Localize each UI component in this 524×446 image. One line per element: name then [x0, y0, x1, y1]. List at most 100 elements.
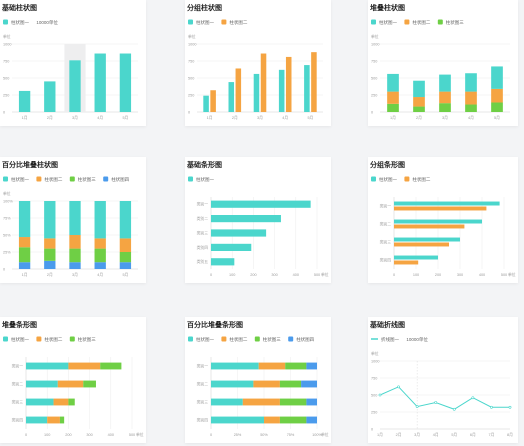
y-tick-label: 类别三	[197, 230, 209, 235]
bar-segment	[306, 362, 317, 370]
bar-segment	[306, 416, 317, 424]
bar	[394, 201, 500, 206]
x-tick-label: 200	[435, 273, 441, 277]
bar-segment	[94, 248, 106, 263]
bar-segment	[211, 398, 243, 406]
y-tick-label: 类别二	[380, 221, 392, 226]
bar-segment	[119, 252, 132, 263]
bar	[260, 53, 267, 112]
legend-label: 柱状图一	[379, 19, 397, 26]
y-tick-label: 类别四	[197, 245, 209, 250]
bar	[311, 52, 317, 112]
chart-svg: 柱状图一 10000单位单位 1000 750 500 250 0 1月 2月 3月 4月 5月	[3, 19, 138, 120]
legend-label: 柱状图一	[196, 336, 214, 343]
bar-segment	[306, 398, 317, 406]
legend-note: 10000单位	[406, 336, 428, 343]
bar	[210, 90, 216, 112]
chart-svg: 折线图一 10000单位单位 1000 750 500 250 0 1月 2月 3月 4月 5月 6月 7…	[371, 336, 513, 437]
legend-swatch	[188, 176, 193, 182]
legend-label: 柱状图一	[11, 19, 29, 26]
x-tick-label: 5月	[122, 115, 128, 120]
y-tick-label: 0	[188, 110, 190, 114]
bar-segment	[18, 262, 31, 269]
x-tick-label: 200	[65, 433, 71, 437]
x-tick-label: 5月	[122, 272, 128, 277]
bar-segment	[57, 380, 84, 388]
legend-swatch	[437, 19, 443, 25]
x-tick-label: 2月	[396, 432, 402, 437]
bar-segment	[44, 238, 56, 249]
bar	[278, 69, 285, 112]
bar	[203, 95, 209, 112]
y-tick-label: 0	[371, 110, 373, 114]
bar-segment	[94, 238, 106, 249]
y-tick-label: 25%	[3, 250, 11, 254]
x-tick-label: 3月	[257, 115, 263, 120]
x-tick-label: 4月	[97, 115, 103, 120]
axis-unit: 单位	[321, 432, 329, 437]
bar-segment	[47, 416, 60, 424]
chart-card-grouped-bar: 分组条形图 柱状图一 柱状图二 0 100 200 300 400 500 单位 类别一 类别二 类别…	[368, 157, 518, 283]
x-tick-label: 100	[229, 273, 235, 277]
x-tick-label: 400	[293, 273, 299, 277]
axis-unit: 单位	[3, 34, 11, 39]
x-tick-label: 500	[501, 273, 507, 277]
bar-segment	[119, 262, 132, 269]
series-line	[379, 386, 510, 410]
legend-swatch	[288, 336, 294, 342]
bar-segment	[26, 398, 54, 406]
y-tick-label: 75%	[3, 216, 11, 220]
x-tick-label: 25%	[234, 433, 242, 437]
x-tick-label: 500	[314, 273, 320, 277]
legend-label: 柱状图二	[229, 336, 247, 343]
bar	[394, 260, 419, 265]
y-tick-label: 类别一	[197, 363, 209, 368]
legend-label: 柱状图二	[44, 336, 62, 343]
y-tick-label: 250	[188, 93, 194, 97]
bar	[18, 90, 31, 112]
x-tick-label: 8月	[507, 432, 513, 437]
bar-segment	[285, 362, 307, 370]
bar-segment	[491, 102, 503, 112]
bar-segment	[439, 91, 451, 104]
x-tick-label: 1月	[377, 432, 383, 437]
bar-segment	[413, 80, 425, 98]
x-tick-label: 7月	[488, 432, 494, 437]
bar	[235, 68, 242, 112]
axis-unit: 单位	[188, 34, 196, 39]
bar	[211, 229, 267, 237]
bar-segment	[18, 247, 31, 263]
y-tick-label: 500	[371, 76, 377, 80]
bar-segment	[439, 74, 451, 92]
axis-unit: 单位	[371, 34, 379, 39]
x-tick-label: 0	[210, 433, 212, 437]
legend-label: 柱状图二	[44, 176, 62, 183]
y-tick-label: 类别三	[12, 399, 24, 404]
y-tick-label: 类别三	[197, 399, 209, 404]
y-tick-label: 1000	[371, 42, 379, 46]
y-tick-label: 类别四	[197, 417, 209, 422]
data-point	[508, 405, 512, 409]
bar-segment	[211, 362, 259, 370]
bar-segment	[44, 201, 56, 239]
y-tick-label: 100%	[3, 199, 13, 203]
y-tick-label: 类别一	[12, 363, 24, 368]
chart-card-stacked-column: 堆叠柱状图 柱状图一 柱状图二 柱状图三 单位 1000 750 500 250 0 1月 2月 3月…	[368, 0, 518, 126]
y-tick-label: 类别一	[197, 202, 209, 207]
bar-segment	[59, 416, 65, 424]
y-tick-label: 0	[3, 110, 5, 114]
bar	[94, 53, 106, 112]
bar	[44, 81, 56, 112]
legend-swatch	[36, 336, 42, 342]
bar-segment	[119, 238, 132, 252]
x-tick-label: 400	[479, 273, 485, 277]
legend-label: 柱状图三	[78, 176, 96, 183]
x-tick-label: 100	[44, 433, 50, 437]
axis-unit: 单位	[3, 191, 11, 196]
y-tick-label: 750	[3, 59, 9, 63]
x-tick-label: 75%	[287, 433, 295, 437]
legend-swatch	[36, 176, 42, 182]
bar-segment	[69, 201, 81, 235]
y-tick-label: 0	[371, 427, 373, 431]
y-tick-label: 类别二	[12, 381, 24, 386]
